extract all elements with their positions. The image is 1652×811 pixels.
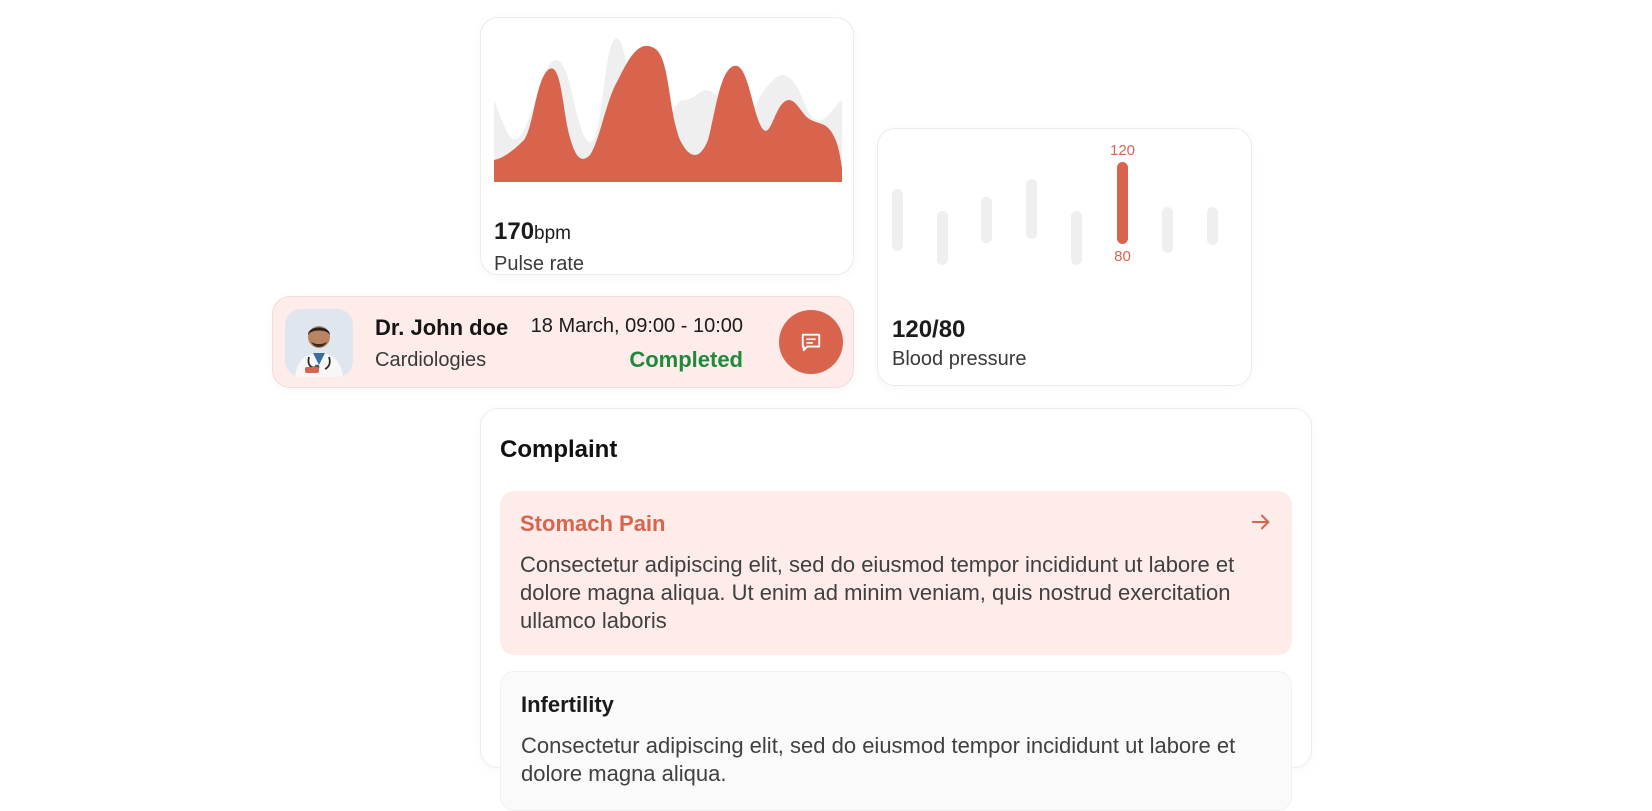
chat-button[interactable] [779,310,843,374]
complaint-card: Complaint Stomach Pain Consectetur adipi… [480,408,1312,811]
complaint-title: Complaint [500,436,618,463]
appointment-time: 18 March, 09:00 - 10:00 [530,315,743,337]
pulse-rate-card: 170bpm Pulse rate [480,17,854,275]
complaint-name: Stomach Pain [520,511,666,536]
complaint-description: Consectetur adipiscing elit, sed do eius… [521,733,1236,786]
appointment-card[interactable]: Dr. John doe Cardiologies 18 March, 09:0… [272,296,854,388]
bp-bar [1026,179,1037,239]
bp-high-label: 120 [1110,142,1135,159]
pulse-label: Pulse rate [494,253,585,275]
blood-pressure-value: 120/80 [892,316,966,343]
complaint-item[interactable]: Infertility Consectetur adipiscing elit,… [500,671,1292,811]
pulse-value: 170bpm [494,218,571,246]
blood-pressure-chart: 120 80 [892,142,1218,265]
bp-bar [1071,211,1082,265]
complaint-description: Consectetur adipiscing elit, sed do eius… [520,552,1235,633]
doctor-specialty: Cardiologies [375,349,487,371]
bp-bar-highlight [1117,162,1128,244]
doctor-name: Dr. John doe [375,315,509,340]
appointment-status: Completed [629,347,743,372]
blood-pressure-label: Blood pressure [892,348,1027,370]
bp-bar [1207,207,1218,245]
bp-bar [1162,207,1173,253]
doctor-avatar-image [285,309,353,377]
bp-bar [892,189,903,251]
bp-low-label: 80 [1114,248,1131,265]
pulse-wave-foreground [494,46,842,182]
complaint-item[interactable]: Stomach Pain Consectetur adipiscing elit… [500,491,1292,655]
arrow-right-icon[interactable] [1250,511,1272,533]
bp-bar [981,197,992,243]
pulse-wave-chart [494,38,842,182]
complaint-name: Infertility [521,692,614,717]
bp-bar [937,211,948,265]
chat-bubble-icon [801,333,821,352]
pulse-number: 170 [494,218,535,245]
blood-pressure-card: 120 80 120/80 Blood pressure [877,128,1252,386]
doctor-avatar [285,309,353,377]
pulse-unit: bpm [534,223,572,244]
